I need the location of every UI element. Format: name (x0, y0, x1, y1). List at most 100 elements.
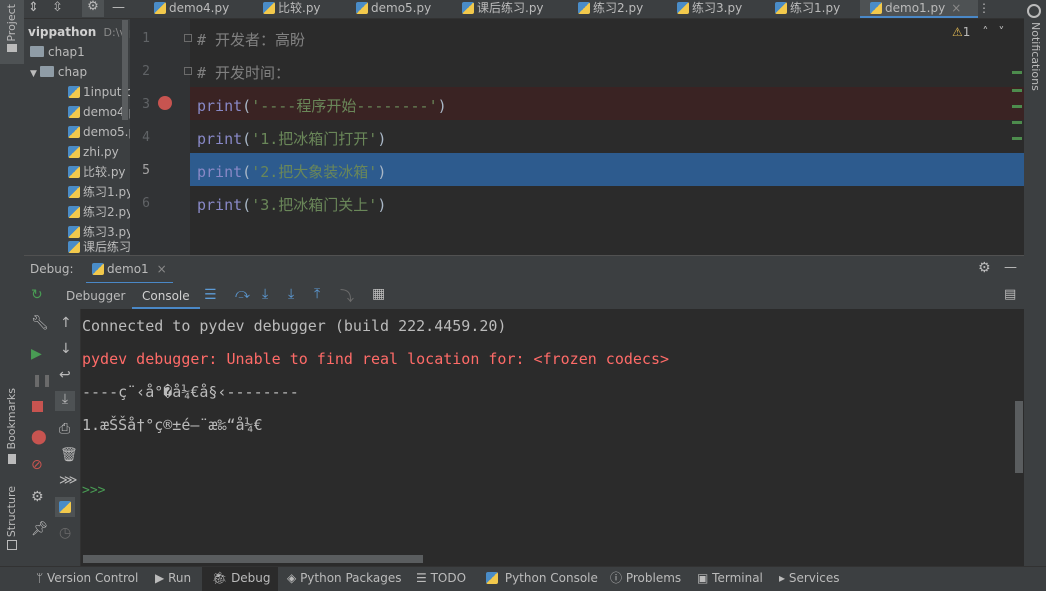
close-icon[interactable]: × (157, 262, 167, 276)
run-to-cursor-icon[interactable]: ⤵ (340, 286, 354, 306)
chevron-up-icon[interactable]: ˄ (982, 25, 988, 39)
execute-icon[interactable]: ⋙ (59, 473, 78, 488)
folder-icon (39, 66, 54, 77)
step-into-icon[interactable]: ⤓ (262, 286, 268, 302)
notifications-tool-label[interactable]: Notifications (1029, 22, 1042, 91)
step-over-icon[interactable]: ⤼ (235, 286, 250, 302)
project-root[interactable]: vippathon D:\vip (28, 22, 130, 42)
tree-file[interactable]: 练习1.py (68, 182, 130, 202)
stop-icon[interactable] (32, 401, 43, 412)
horizontal-scrollbar[interactable] (83, 555, 423, 563)
tab-demo4[interactable]: demo4.py (154, 0, 229, 18)
python-console-tab[interactable]: Python Console (486, 567, 598, 591)
wrench-icon[interactable]: 🔧︎ (31, 315, 49, 331)
change-marker (1012, 89, 1022, 92)
code-line-6: print('3.把冰箱门关上') (197, 194, 386, 215)
debug-tab[interactable]: 🐞︎ Debug (202, 567, 278, 591)
change-marker (1012, 137, 1022, 140)
python-file-icon (68, 186, 80, 198)
tree-file[interactable]: 课后练习 (68, 240, 130, 254)
debug-config-tab[interactable]: demo1 × (86, 256, 173, 284)
trash-icon[interactable]: 🗑︎ (60, 447, 78, 463)
tree-file[interactable]: 1input.p (68, 82, 130, 102)
tree-folder-chap[interactable]: ▼ chap (30, 62, 87, 82)
tab-exercise2[interactable]: 练习2.py (578, 0, 643, 18)
gear-icon[interactable]: ⚙ (31, 489, 44, 505)
tab-console[interactable]: Console (132, 283, 200, 309)
tree-item-label: demo5.p (83, 125, 130, 139)
view-breakpoints-icon[interactable]: ⬤ (31, 429, 47, 445)
step-into-my-code-icon[interactable]: ⤓ (288, 286, 294, 302)
print-icon[interactable]: ⎙ (59, 421, 70, 437)
tree-file[interactable]: demo4.p (68, 102, 130, 122)
tab-demo1[interactable]: demo1.py × (860, 0, 978, 18)
python-file-icon (68, 241, 80, 253)
tree-file[interactable]: 练习2.py (68, 202, 130, 222)
tab-compare[interactable]: 比较.py (263, 0, 321, 18)
services-tab[interactable]: ▸ Services (779, 567, 839, 591)
clock-icon[interactable]: ◷ (59, 525, 71, 541)
tab-exercise3[interactable]: 练习3.py (677, 0, 742, 18)
change-marker (1012, 105, 1022, 108)
collapse-all-icon[interactable]: ⇳ (52, 0, 63, 15)
problems-tab[interactable]: ⓘ Problems (610, 567, 681, 591)
gear-icon[interactable]: ⚙ (82, 0, 104, 17)
tree-file[interactable]: 练习3.py (68, 222, 130, 242)
structure-tool-label[interactable]: Structure (5, 486, 18, 537)
tree-folder-chap1[interactable]: chap1 (30, 42, 85, 62)
debug-console[interactable]: Connected to pydev debugger (build 222.4… (81, 309, 1024, 566)
arrow-up-icon[interactable]: ↑ (60, 315, 72, 331)
python-packages-tab[interactable]: ◈ Python Packages (287, 567, 401, 591)
code-token: '1.把冰箱门打开' (251, 130, 378, 148)
step-out-icon[interactable]: ⤒ (314, 286, 320, 302)
code-token: '2.把大象装冰箱' (251, 163, 378, 181)
tab-exercise1[interactable]: 练习1.py (775, 0, 840, 18)
table-icon[interactable]: ▦ (372, 286, 385, 302)
tree-file[interactable]: zhi.py (68, 142, 119, 162)
chevron-down-icon[interactable]: ˅ (998, 25, 1004, 39)
breakpoint-icon[interactable] (158, 96, 172, 110)
project-tool-button[interactable]: Project (0, 0, 24, 64)
minimize-icon[interactable]: — (1004, 260, 1017, 275)
scrollbar[interactable] (122, 20, 128, 120)
tab-menu-icon[interactable]: ⋮ (978, 0, 990, 18)
gear-icon[interactable]: ⚙ (978, 260, 991, 276)
python-console-icon[interactable] (55, 497, 75, 517)
scroll-to-end-icon[interactable]: ⤓ (55, 391, 75, 411)
notifications-icon[interactable] (1027, 4, 1041, 18)
python-file-icon (68, 126, 80, 138)
code-editor[interactable]: # 开发者：高盼 # 开发时间： print('----程序开始--------… (190, 19, 1024, 255)
close-icon[interactable]: × (951, 1, 961, 15)
minimize-icon[interactable]: — (112, 0, 125, 15)
menu-icon[interactable]: ☰ (204, 287, 217, 303)
soft-wrap-icon[interactable]: ↩ (59, 367, 71, 383)
python-file-icon (68, 226, 80, 238)
bookmarks-tool-label[interactable]: Bookmarks (5, 388, 18, 449)
mute-breakpoints-icon[interactable]: ⊘ (31, 457, 43, 473)
arrow-down-icon[interactable]: ↓ (60, 341, 72, 357)
rerun-icon[interactable]: ↻ (31, 287, 43, 303)
tab-homework[interactable]: 课后练习.py (462, 0, 544, 18)
tree-file[interactable]: demo5.p (68, 122, 130, 142)
scrollbar[interactable] (1015, 401, 1023, 473)
resume-icon[interactable]: ▶ (31, 346, 42, 362)
tab-label: Debug (231, 571, 271, 585)
tab-label: Version Control (47, 571, 139, 585)
python-file-icon (677, 2, 689, 14)
pause-icon[interactable]: ❚❚ (32, 373, 52, 387)
tree-item-label: zhi.py (83, 145, 119, 159)
version-control-tab[interactable]: ᛘ Version Control (36, 567, 138, 591)
run-tab[interactable]: ▶ Run (155, 567, 191, 591)
inspection-widget[interactable]: ⚠1 ˄ ˅ (952, 25, 1004, 39)
change-marker (1012, 71, 1022, 74)
todo-tab[interactable]: ☰ TODO (416, 567, 466, 591)
python-file-icon (578, 2, 590, 14)
tab-debugger[interactable]: Debugger (56, 283, 135, 309)
expand-all-icon[interactable]: ⇕ (28, 0, 39, 15)
terminal-tab[interactable]: ▣ Terminal (697, 567, 763, 591)
pin-icon[interactable]: 📌︎ (31, 521, 49, 537)
code-token: ( (242, 130, 252, 148)
tree-file[interactable]: 比较.py (68, 162, 126, 182)
tab-demo5[interactable]: demo5.py (356, 0, 431, 18)
layout-icon[interactable]: ▤ (1004, 287, 1016, 302)
